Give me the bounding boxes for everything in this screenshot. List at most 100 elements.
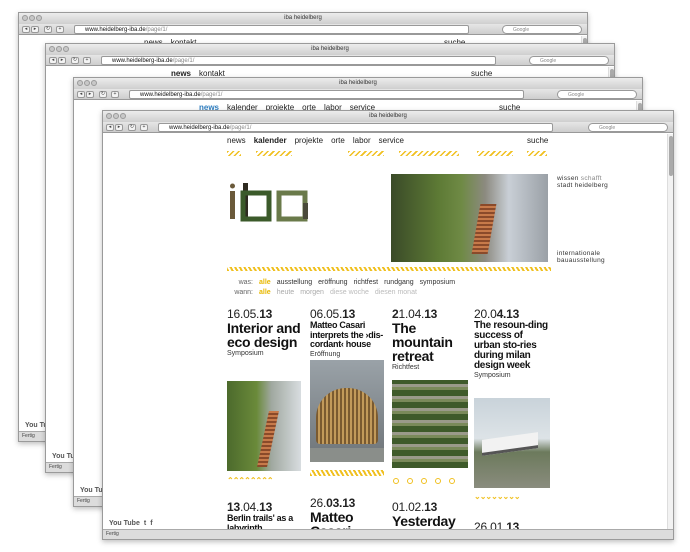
nav-marker bbox=[399, 151, 459, 156]
toolbar: ◂ ▸ ↻ + www.heidelberg-iba.de/page/1/ Go… bbox=[19, 24, 587, 35]
nav-service[interactable]: service bbox=[379, 136, 404, 145]
address-bar[interactable]: www.heidelberg-iba.de/page/1/ bbox=[74, 25, 469, 34]
date-month: .04. bbox=[239, 500, 260, 514]
event-title[interactable]: Yesterday bbox=[392, 514, 468, 528]
event-card[interactable]: 20.04.13 The resoun-ding success of urba… bbox=[474, 307, 550, 379]
event-date: 16.05.13 bbox=[227, 307, 303, 321]
date-month: 03. bbox=[326, 496, 343, 510]
back-button[interactable]: ◂ bbox=[77, 91, 85, 98]
event-title[interactable]: The mountain retreat bbox=[392, 321, 468, 363]
add-bookmark-button[interactable]: + bbox=[140, 124, 148, 131]
tagline-bauausstellung: bauausstellung bbox=[557, 257, 605, 264]
filter-was-alle[interactable]: alle bbox=[259, 279, 271, 286]
search-field[interactable]: Google bbox=[557, 90, 637, 99]
filter-symposium[interactable]: symposium bbox=[420, 279, 455, 286]
event-card[interactable]: 01.02.13 Yesterday bbox=[392, 500, 468, 528]
search-field[interactable]: Google bbox=[529, 56, 609, 65]
forward-button[interactable]: ▸ bbox=[58, 57, 66, 64]
youtube-icon[interactable]: You Tube bbox=[109, 520, 140, 527]
status-bar: Fertig bbox=[103, 529, 673, 539]
reload-button[interactable]: ↻ bbox=[71, 57, 79, 64]
filter-wann-alle[interactable]: alle bbox=[259, 289, 271, 296]
event-card[interactable]: 06.05.13 Matteo Casari interprets the ›d… bbox=[310, 307, 386, 358]
tagline-schafft: schafft bbox=[580, 175, 602, 182]
url-host: www.heidelberg-iba.de bbox=[169, 125, 230, 131]
search-field[interactable]: Google bbox=[588, 123, 668, 132]
twitter-icon[interactable]: t bbox=[144, 520, 146, 527]
date-month: 4. bbox=[496, 307, 507, 321]
event-title[interactable]: Interior and eco design bbox=[227, 321, 303, 349]
toolbar: ◂ ▸ ↻ + www.heidelberg-iba.de/page/1/ Go… bbox=[103, 122, 673, 133]
event-card[interactable]: 16.05.13 Interior and eco design Symposi… bbox=[227, 307, 303, 357]
filter-heute[interactable]: heute bbox=[277, 289, 295, 296]
card-stripe bbox=[310, 470, 384, 476]
filter-was: was: alle ausstellung eröffnung richtfest run… bbox=[225, 279, 461, 286]
event-date: 01.02.13 bbox=[392, 500, 468, 514]
date-year: 13 bbox=[342, 307, 356, 321]
forward-button[interactable]: ▸ bbox=[115, 124, 123, 131]
nav-labor[interactable]: labor bbox=[353, 136, 371, 145]
event-image[interactable] bbox=[392, 380, 468, 468]
site-nav-search: suche bbox=[527, 136, 556, 145]
event-date: 21.04.13 bbox=[392, 307, 468, 321]
add-bookmark-button[interactable]: + bbox=[56, 26, 64, 33]
filter-wann-label: wann: bbox=[234, 289, 253, 296]
nav-kalender[interactable]: kalender bbox=[254, 136, 287, 145]
date-day: 26. bbox=[310, 496, 327, 510]
date-year: 13 bbox=[424, 307, 438, 321]
nav-news[interactable]: news bbox=[227, 136, 246, 145]
event-date: 26.03.13 bbox=[310, 496, 386, 510]
event-card[interactable]: 21.04.13 The mountain retreat Richtfest bbox=[392, 307, 468, 371]
forward-button[interactable]: ▸ bbox=[31, 26, 39, 33]
chevron-divider-icon: ⌄⌄⌄⌄⌄⌄⌄⌄ bbox=[474, 492, 521, 501]
nav-projekte[interactable]: projekte bbox=[295, 136, 323, 145]
filter-richtfest[interactable]: richtfest bbox=[354, 279, 379, 286]
nav-suche[interactable]: suche bbox=[527, 136, 548, 145]
filter-diese-woche[interactable]: diese woche bbox=[330, 289, 369, 296]
date-day: 01.02. bbox=[392, 500, 425, 514]
facebook-icon[interactable]: f bbox=[150, 520, 152, 527]
address-bar[interactable]: www.heidelberg-iba.de/page/1/ bbox=[158, 123, 553, 132]
hero-image[interactable] bbox=[391, 174, 548, 262]
filter-morgen[interactable]: morgen bbox=[300, 289, 324, 296]
add-bookmark-button[interactable]: + bbox=[83, 57, 91, 64]
nav-marker bbox=[348, 151, 384, 156]
event-title[interactable]: Matteo Casari interprets the ›dis-cordan… bbox=[310, 320, 386, 350]
reload-button[interactable]: ↻ bbox=[128, 124, 136, 131]
event-date: 13.04.13 bbox=[227, 500, 303, 514]
date-day: 13 bbox=[227, 500, 240, 514]
event-image[interactable] bbox=[474, 398, 550, 488]
address-bar[interactable]: www.heidelberg-iba.de/page/1/ bbox=[101, 56, 496, 65]
iba-logo[interactable] bbox=[227, 183, 313, 223]
tagline-stadt: stadt heidelberg bbox=[557, 182, 609, 189]
url-path: /page/1/ bbox=[200, 92, 223, 98]
filter-eroeffnung[interactable]: eröffnung bbox=[318, 279, 347, 286]
event-image[interactable] bbox=[310, 360, 384, 462]
event-type: Richtfest bbox=[392, 364, 420, 371]
nav-marker bbox=[256, 151, 292, 156]
forward-button[interactable]: ▸ bbox=[86, 91, 94, 98]
event-image[interactable] bbox=[227, 381, 301, 471]
search-field[interactable]: Google bbox=[502, 25, 582, 34]
title-bar: iba heidelberg bbox=[74, 78, 642, 89]
back-button[interactable]: ◂ bbox=[49, 57, 57, 64]
tagline-bottom: internationale bauausstellung bbox=[557, 250, 605, 264]
url-path: /page/1/ bbox=[229, 125, 252, 131]
address-bar[interactable]: www.heidelberg-iba.de/page/1/ bbox=[129, 90, 524, 99]
add-bookmark-button[interactable]: + bbox=[111, 91, 119, 98]
title-bar: iba heidelberg bbox=[19, 13, 587, 24]
filter-ausstellung[interactable]: ausstellung bbox=[277, 279, 312, 286]
event-title[interactable]: The resoun-ding success of urban sto-rie… bbox=[474, 321, 550, 371]
event-type: Eröffnung bbox=[310, 350, 341, 358]
back-button[interactable]: ◂ bbox=[22, 26, 30, 33]
reload-button[interactable]: ↻ bbox=[99, 91, 107, 98]
filter-diesen-monat[interactable]: diesen monat bbox=[375, 289, 417, 296]
window-title: iba heidelberg bbox=[311, 46, 349, 52]
url-host: www.heidelberg-iba.de bbox=[85, 27, 146, 33]
browser-window-front: iba heidelberg ◂ ▸ ↻ + www.heidelberg-ib… bbox=[102, 110, 674, 540]
reload-button[interactable]: ↻ bbox=[44, 26, 52, 33]
back-button[interactable]: ◂ bbox=[106, 124, 114, 131]
nav-orte[interactable]: orte bbox=[331, 136, 345, 145]
filter-rundgang[interactable]: rundgang bbox=[384, 279, 414, 286]
scrollbar[interactable] bbox=[667, 134, 673, 529]
